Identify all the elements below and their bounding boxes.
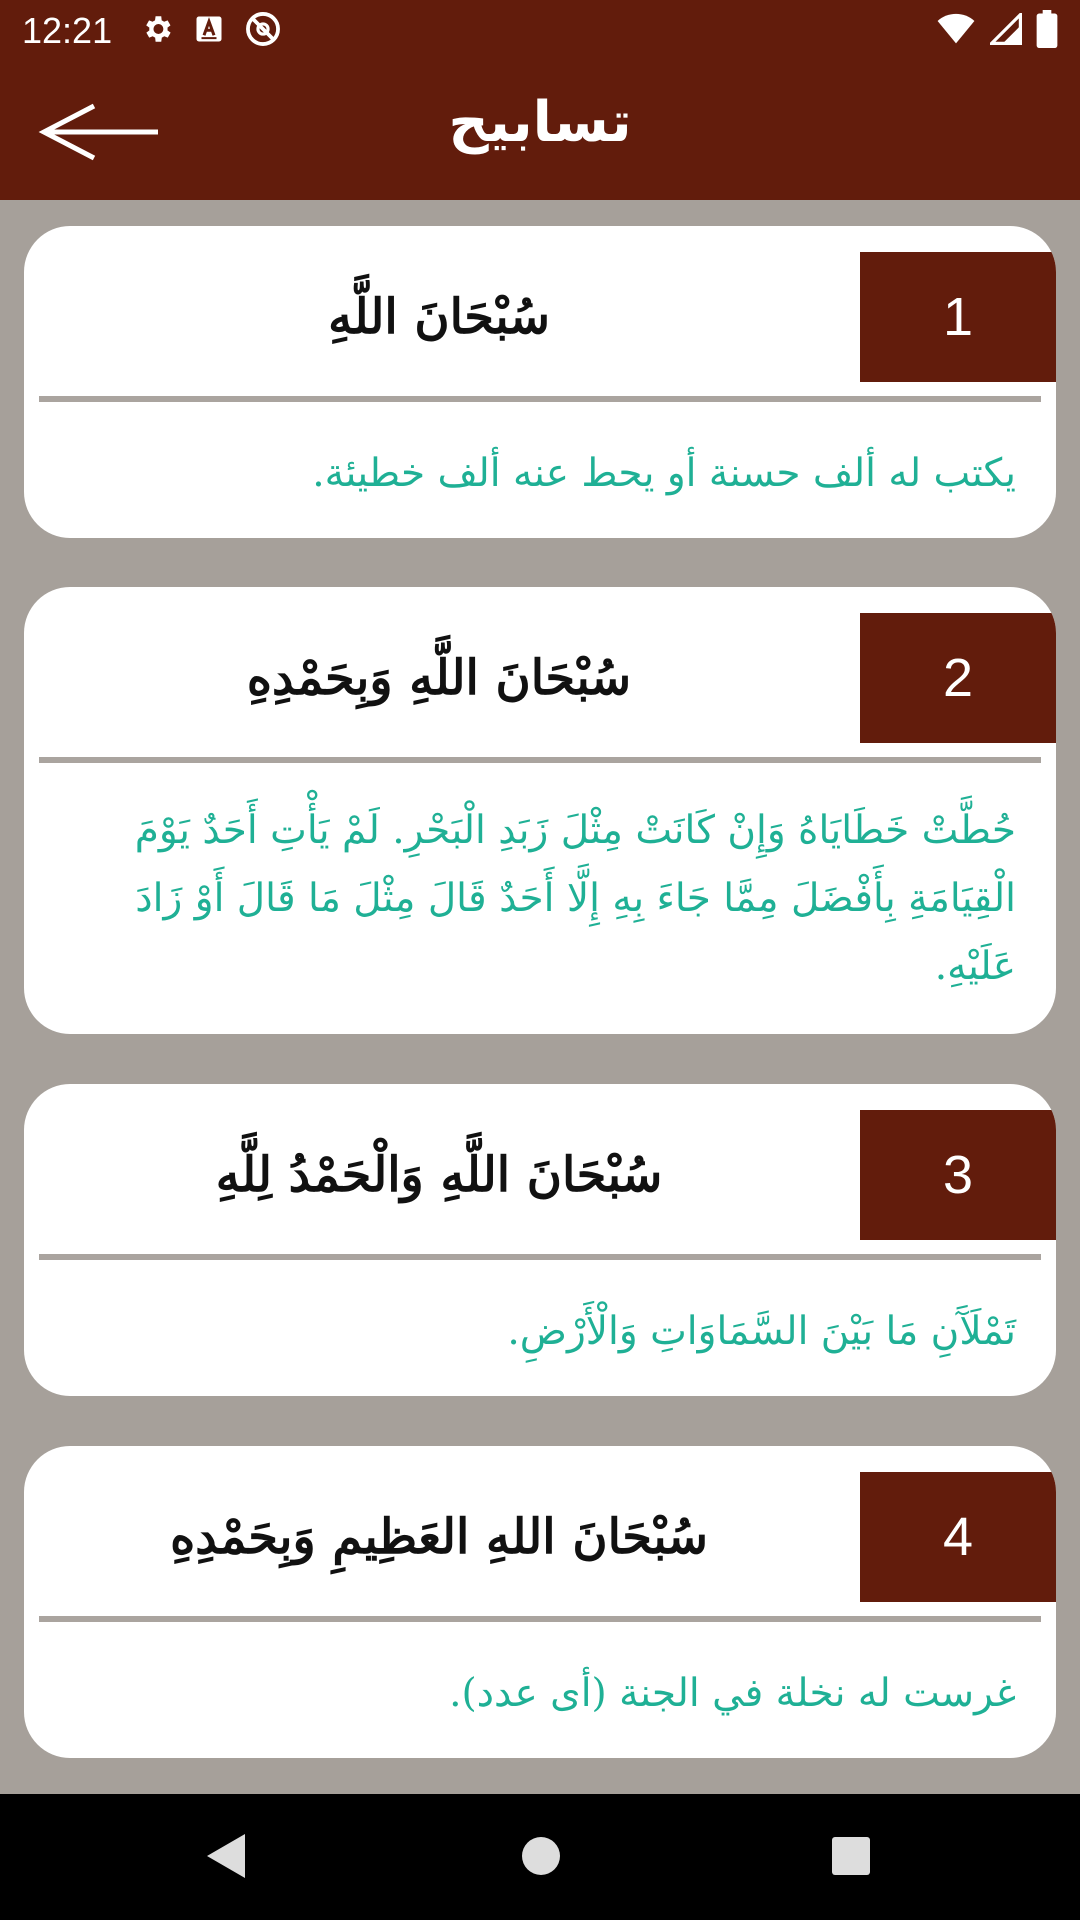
gear-icon [140, 12, 174, 50]
card-description: غرست له نخلة في الجنة (أى عدد). [449, 1671, 1016, 1716]
tasbeeh-card[interactable]: 4 سُبْحَانَ اللهِ العَظِيمِ وَبِحَمْدِهِ… [24, 1446, 1056, 1758]
no-entry-icon [244, 10, 282, 52]
card-description: تَمْلَآَنِ مَا بَيْنَ السَّمَاوَاتِ وَال… [507, 1309, 1016, 1354]
card-divider [39, 757, 1041, 763]
recents-square-icon [832, 1837, 870, 1875]
wifi-icon [936, 13, 976, 49]
card-divider [39, 396, 1041, 402]
card-title: سُبْحَانَ اللَّهِ وَالْحَمْدُ لِلَّهِ [215, 1147, 663, 1203]
card-title: سُبْحَانَ اللهِ العَظِيمِ وَبِحَمْدِهِ [170, 1509, 708, 1565]
tasbeeh-card[interactable]: 3 سُبْحَانَ اللَّهِ وَالْحَمْدُ لِلَّهِ … [24, 1084, 1056, 1396]
home-circle-icon [522, 1837, 560, 1875]
system-nav-bar [0, 1794, 1080, 1920]
card-title: سُبْحَانَ اللَّهِ وَبِحَمْدِهِ [246, 650, 632, 706]
battery-icon [1036, 10, 1058, 52]
nav-recents-button[interactable] [830, 1832, 872, 1884]
tasbeeh-card[interactable]: 2 سُبْحَانَ اللَّهِ وَبِحَمْدِهِ حُطَّتْ… [24, 587, 1056, 1034]
card-description: يكتب له ألف حسنة أو يحط عنه ألف خطيئة. [312, 451, 1016, 496]
page-title: تسابيح [448, 90, 632, 155]
nav-back-button[interactable] [205, 1832, 247, 1884]
card-divider [39, 1616, 1041, 1622]
app-bar: تسابيح [0, 62, 1080, 200]
status-bar: 12:21 [0, 0, 1080, 62]
card-number: 3 [860, 1110, 1056, 1240]
card-number: 2 [860, 613, 1056, 743]
nav-home-button[interactable] [520, 1832, 562, 1884]
card-divider [39, 1254, 1041, 1260]
card-title: سُبْحَانَ اللَّهِ [328, 289, 550, 345]
card-number: 4 [860, 1472, 1056, 1602]
signal-icon [987, 10, 1022, 49]
a-badge-icon [194, 14, 224, 48]
card-description: حُطَّتْ خَطَايَاهُ وَإِنْ كَانَتْ مِثْلَ… [134, 808, 1016, 989]
tasbeeh-card[interactable]: 1 سُبْحَانَ اللَّهِ يكتب له ألف حسنة أو … [24, 226, 1056, 538]
status-time: 12:21 [22, 10, 113, 51]
card-number: 1 [860, 252, 1056, 382]
back-triangle-icon [207, 1834, 245, 1878]
